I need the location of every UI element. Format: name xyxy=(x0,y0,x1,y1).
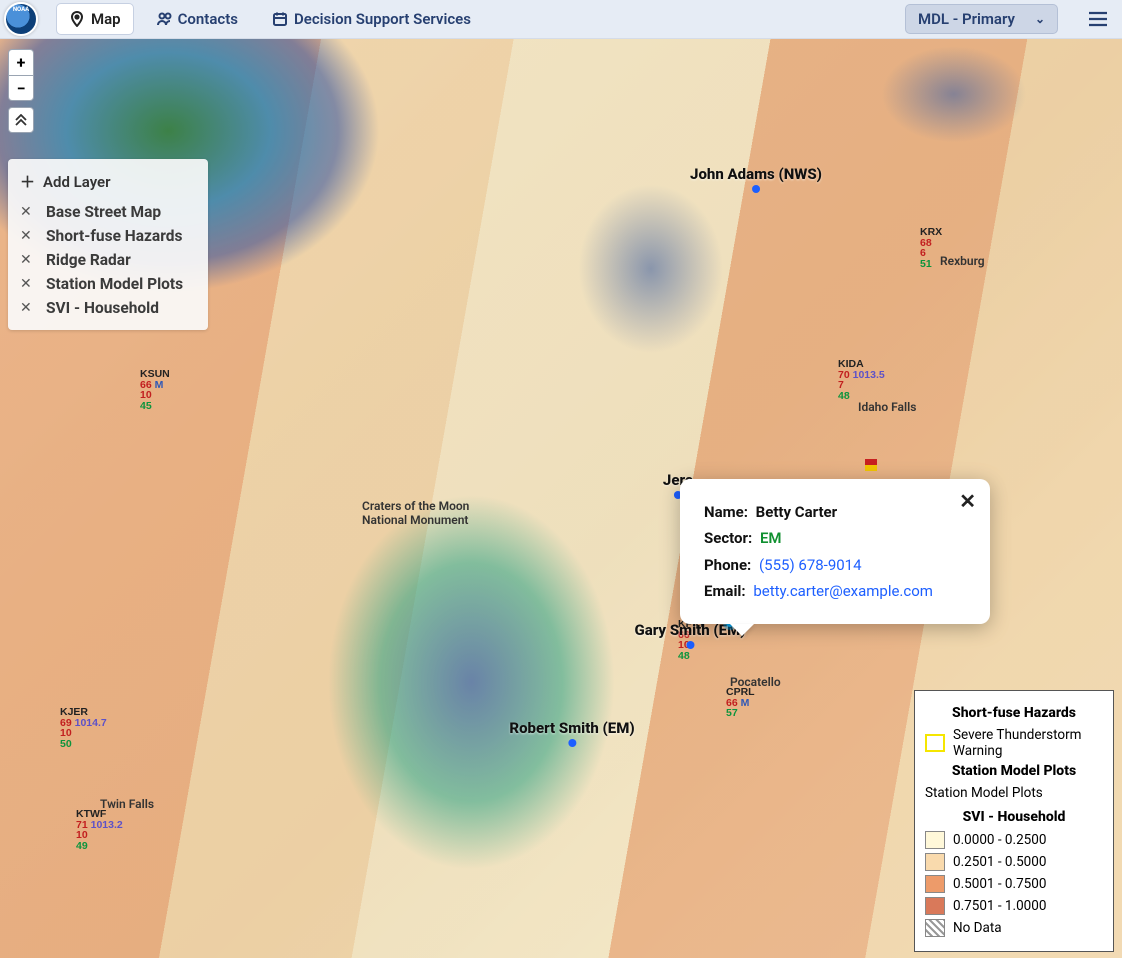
add-layer-button[interactable]: ＋ Add Layer xyxy=(18,167,194,200)
nav-tabs: Map Contacts Decision Support Services xyxy=(56,3,483,35)
legend-item-label: No Data xyxy=(953,920,1002,936)
nav-tab-label: Decision Support Services xyxy=(294,10,471,28)
calendar-icon xyxy=(272,11,288,27)
contact-name-label: John Adams (NWS) xyxy=(690,165,822,183)
zoom-in-button[interactable]: + xyxy=(8,49,34,75)
legend-swatch xyxy=(925,875,945,893)
people-icon xyxy=(156,11,172,27)
legend-section-title: SVI - Household xyxy=(925,809,1103,825)
nav-tab-map[interactable]: Map xyxy=(56,3,134,35)
contact-dot[interactable] xyxy=(686,641,694,649)
legend-text: Station Model Plots xyxy=(925,785,1103,801)
nav-tab-contacts[interactable]: Contacts xyxy=(144,4,250,34)
app-header: Map Contacts Decision Support Services M… xyxy=(0,0,1122,39)
station-model-plot: KRX68651 xyxy=(920,227,942,269)
legend-swatch xyxy=(925,919,945,937)
legend-item: 0.5001 - 0.7500 xyxy=(925,875,1103,893)
close-icon[interactable]: ✕ xyxy=(20,252,34,268)
legend-swatch xyxy=(925,897,945,915)
legend-item: No Data xyxy=(925,919,1103,937)
legend-item-label: 0.0000 - 0.2500 xyxy=(953,832,1046,848)
popup-sector-value: EM xyxy=(760,529,782,547)
alert-marker[interactable] xyxy=(865,459,877,471)
close-icon[interactable]: ✕ xyxy=(20,276,34,292)
legend-item: 0.2501 - 0.5000 xyxy=(925,853,1103,871)
map-canvas[interactable]: + − ＋ Add Layer ✕ Base Street Map ✕ Shor… xyxy=(0,39,1122,958)
station-model-plot: KTWF71 1013.21049 xyxy=(76,809,123,851)
map-place-label: Craters of the Moon National Monument xyxy=(362,499,482,527)
layer-label: Base Street Map xyxy=(46,203,161,221)
plus-icon: ＋ xyxy=(20,171,35,192)
close-icon[interactable]: ✕ xyxy=(20,300,34,316)
profile-select[interactable]: MDL - Primary ⌄ xyxy=(905,4,1058,34)
layer-row[interactable]: ✕ Station Model Plots xyxy=(18,272,194,296)
layer-row[interactable]: ✕ Base Street Map xyxy=(18,200,194,224)
station-model-plot: KSUN66 M1045 xyxy=(140,369,170,411)
noaa-logo xyxy=(4,2,38,36)
popup-email-link[interactable]: betty.carter@example.com xyxy=(753,582,933,600)
pin-icon xyxy=(69,11,85,27)
close-icon[interactable]: ✕ xyxy=(20,204,34,220)
legend-section-title: Station Model Plots xyxy=(925,763,1103,779)
station-model-plot: KJER69 1014.71050 xyxy=(60,707,107,749)
popup-name-row: Name: Betty Carter xyxy=(704,499,966,525)
legend-item: 0.0000 - 0.2500 xyxy=(925,831,1103,849)
legend-item: Severe Thunderstorm Warning xyxy=(925,727,1103,759)
map-legend: Short-fuse Hazards Severe Thunderstorm Wa… xyxy=(914,690,1114,952)
close-icon[interactable]: ✕ xyxy=(20,228,34,244)
legend-swatch xyxy=(925,853,945,871)
zoom-out-button[interactable]: − xyxy=(8,75,34,101)
contact-dot[interactable] xyxy=(752,185,760,193)
station-model-plot: CPRL66 M57 xyxy=(726,687,755,719)
legend-item-label: Severe Thunderstorm Warning xyxy=(953,727,1103,759)
popup-phone-row: Phone: (555) 678-9014 xyxy=(704,552,966,578)
legend-swatch xyxy=(925,734,945,752)
nav-tab-dss[interactable]: Decision Support Services xyxy=(260,4,483,34)
layer-panel: ＋ Add Layer ✕ Base Street Map ✕ Short-fu… xyxy=(8,159,208,330)
contact-marker[interactable]: Robert Smith (EM) xyxy=(509,719,634,747)
station-model-plot: KIDA70 1013.5748 xyxy=(838,359,885,401)
legend-item-label: 0.5001 - 0.7500 xyxy=(953,876,1046,892)
close-icon[interactable]: ✕ xyxy=(959,489,976,513)
popup-name-value: Betty Carter xyxy=(756,503,837,521)
menu-button[interactable] xyxy=(1084,5,1112,33)
chevron-down-icon: ⌄ xyxy=(1035,12,1045,26)
zoom-controls: + − xyxy=(8,49,34,133)
popup-email-row: Email: betty.carter@example.com xyxy=(704,578,966,604)
legend-item: 0.7501 - 1.0000 xyxy=(925,897,1103,915)
nav-tab-label: Contacts xyxy=(178,10,238,28)
layer-label: SVI - Household xyxy=(46,299,159,317)
layer-label: Ridge Radar xyxy=(46,251,131,269)
legend-item-label: 0.2501 - 0.5000 xyxy=(953,854,1046,870)
popup-sector-row: Sector: EM xyxy=(704,525,966,551)
contact-name-label: Robert Smith (EM) xyxy=(509,719,634,737)
layer-row[interactable]: ✕ SVI - Household xyxy=(18,296,194,320)
popup-phone-link[interactable]: (555) 678-9014 xyxy=(759,556,862,574)
legend-item-label: 0.7501 - 1.0000 xyxy=(953,898,1046,914)
contact-popup: ✕ Name: Betty Carter Sector: EM Phone: (… xyxy=(680,479,990,624)
map-place-label: Idaho Falls xyxy=(858,400,916,414)
legend-swatch xyxy=(925,831,945,849)
layer-label: Station Model Plots xyxy=(46,275,183,293)
map-place-label: Rexburg xyxy=(940,254,985,268)
contact-marker[interactable]: John Adams (NWS) xyxy=(690,165,822,193)
contact-dot[interactable] xyxy=(568,739,576,747)
layer-label: Short-fuse Hazards xyxy=(46,227,182,245)
collapse-layers-button[interactable] xyxy=(8,107,34,133)
add-layer-label: Add Layer xyxy=(43,173,111,191)
profile-select-label: MDL - Primary xyxy=(918,10,1015,28)
layer-row[interactable]: ✕ Ridge Radar xyxy=(18,248,194,272)
legend-section-title: Short-fuse Hazards xyxy=(925,705,1103,721)
layer-row[interactable]: ✕ Short-fuse Hazards xyxy=(18,224,194,248)
nav-tab-label: Map xyxy=(91,10,121,28)
